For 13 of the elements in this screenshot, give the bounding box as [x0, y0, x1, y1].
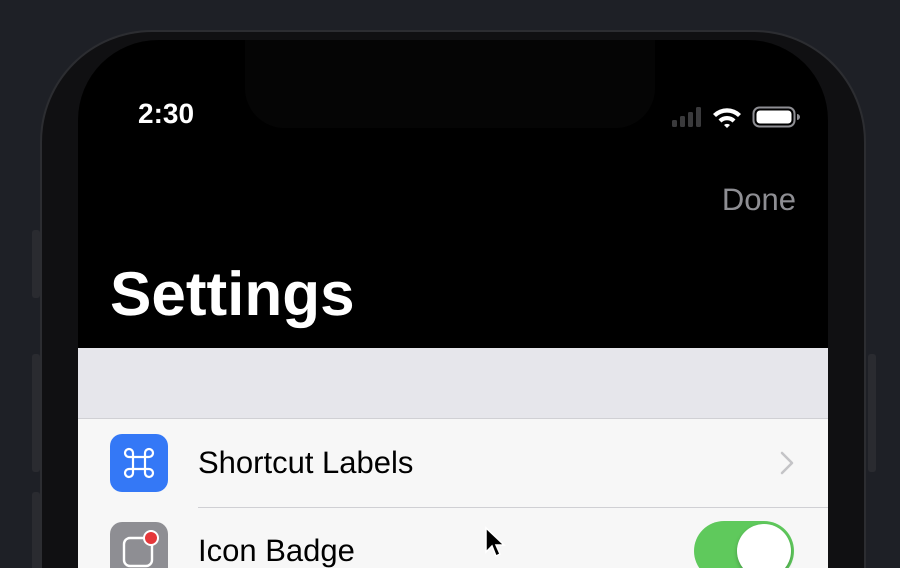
- signal-icon: [672, 107, 702, 127]
- toggle-switch[interactable]: [694, 521, 794, 568]
- status-time: 2:30: [138, 100, 194, 128]
- page-title: Settings: [110, 262, 355, 328]
- chevron-right-icon: [780, 450, 794, 474]
- battery-icon: [752, 106, 800, 128]
- row-label: Shortcut Labels: [198, 444, 414, 480]
- cursor-icon: [484, 526, 506, 560]
- wifi-icon: [712, 106, 742, 128]
- done-button[interactable]: Done: [722, 180, 796, 220]
- row-label: Icon Badge: [198, 533, 355, 568]
- command-key-icon: [110, 434, 168, 492]
- app-badge-icon: [110, 522, 168, 568]
